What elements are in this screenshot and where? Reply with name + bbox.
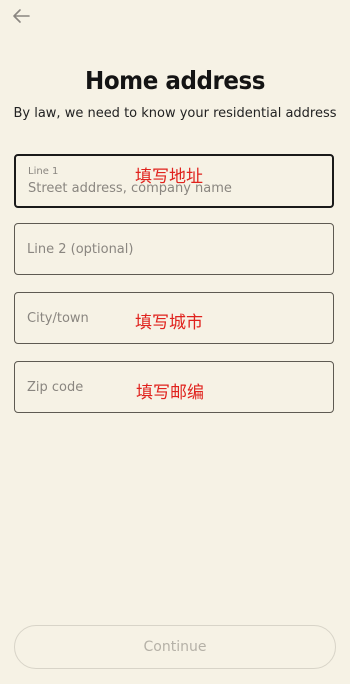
city-placeholder: City/town [27,311,89,326]
page-title: Home address [85,66,265,95]
address-line1-label: Line 1 [28,166,59,177]
back-button[interactable] [10,5,32,27]
address-line2-placeholder: Line 2 (optional) [27,242,134,257]
line1-annotation: 填写地址 [135,167,203,187]
zip-annotation: 填写邮编 [136,383,204,403]
zip-code-placeholder: Zip code [27,380,84,395]
continue-button[interactable]: Continue [14,625,336,669]
page-subtitle: By law, we need to know your residential… [13,106,337,121]
city-annotation: 填写城市 [135,313,203,333]
address-line2-field[interactable]: Line 2 (optional) [14,223,334,275]
arrow-left-icon [13,9,30,23]
